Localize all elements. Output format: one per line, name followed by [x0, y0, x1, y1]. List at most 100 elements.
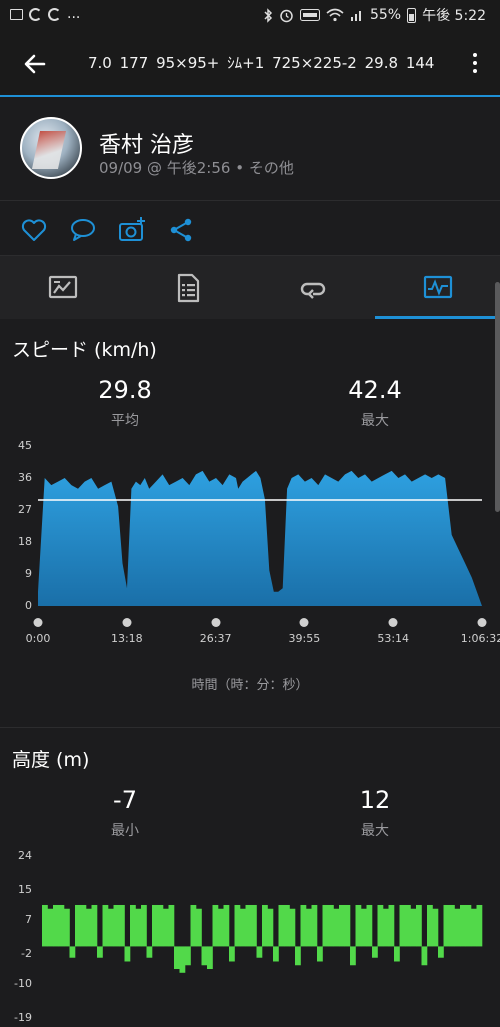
elevation-y-tick-label: -2: [21, 946, 32, 960]
speed-x-tick-label: 53:14: [377, 632, 410, 645]
elevation-bar: [113, 904, 120, 947]
elevation-bar: [432, 908, 439, 947]
elevation-chart[interactable]: 24 15 7 -2 -10 -19: [0, 848, 500, 1027]
elevation-max-value: 12: [359, 786, 391, 814]
stat-2: 177: [119, 54, 149, 72]
elevation-bar: [328, 904, 334, 947]
stat-7: 144: [405, 54, 435, 72]
speed-title: スピード (km/h): [12, 339, 157, 361]
bluetooth-icon: [264, 7, 273, 23]
speed-x-tick-marker: [122, 618, 132, 627]
elevation-bar: [416, 904, 422, 947]
elevation-bar: [185, 946, 191, 966]
app-bar-stats: 7.0 177 95×95+ ｼﾑ+1 725×225-2 29.8 144: [88, 52, 434, 73]
elevation-bar: [394, 946, 400, 962]
status-bar-system: 55% 午後 5:22: [263, 5, 486, 25]
speed-y-tick-label: 0: [25, 599, 32, 612]
elevation-bar: [141, 904, 147, 947]
sync-notification-icon-2: [48, 7, 61, 21]
status-bar-notifications: ...: [10, 6, 80, 22]
battery-percent: 55%: [369, 7, 402, 23]
speed-x-tick-marker: [33, 618, 43, 627]
overview-tab-icon: [48, 275, 78, 299]
app-bar: 7.0 177 95×95+ ｼﾑ+1 725×225-2 29.8 144: [0, 30, 500, 97]
elevation-bar: [317, 946, 323, 962]
elevation-bar: [465, 904, 472, 947]
back-arrow-icon[interactable]: [20, 49, 50, 79]
elevation-bar: [212, 904, 219, 947]
elevation-min-value: -7: [113, 786, 137, 814]
speed-y-tick-label: 27: [18, 503, 32, 516]
speed-y-tick-label: 45: [18, 439, 32, 452]
elevation-bar: [366, 904, 373, 947]
social-actions: [0, 200, 500, 255]
elevation-bar: [75, 904, 81, 947]
comment-icon[interactable]: [69, 216, 97, 244]
elevation-max-label: 最大: [361, 823, 389, 839]
activity-header: 香村 治彦 09/09 @ 午後2:56 • その他: [0, 99, 500, 199]
elevation-title: 高度 (m): [12, 749, 90, 771]
stat-3: 95×95+: [156, 54, 220, 72]
stat-1: 7.0: [88, 54, 112, 72]
speed-x-tick-label: 26:37: [199, 632, 232, 645]
elevation-y-tick-label: -19: [14, 1011, 32, 1024]
elevation-bar: [251, 904, 257, 947]
elevation-bar: [344, 904, 351, 947]
elevation-bar: [229, 946, 235, 962]
elevation-bar: [240, 908, 246, 947]
speed-chart-plot: [38, 470, 482, 606]
elevation-bar: [267, 908, 274, 947]
elevation-y-tick-label: -10: [14, 977, 32, 991]
elevation-bar: [476, 904, 483, 947]
speed-x-tick-marker: [211, 618, 221, 627]
battery-icon: [407, 7, 417, 23]
elevation-bar: [449, 904, 455, 947]
elevation-bar: [223, 904, 230, 947]
speed-area-series: [38, 470, 482, 606]
elevation-bar: [97, 946, 103, 958]
elevation-bar: [190, 904, 197, 947]
heart-icon[interactable]: [20, 216, 48, 244]
elevation-bar: [427, 904, 433, 947]
tab-details[interactable]: [125, 256, 250, 319]
elevation-bar: [284, 904, 290, 947]
camera-add-icon[interactable]: [118, 216, 146, 244]
elevation-bar: [86, 908, 92, 947]
elevation-bar: [262, 904, 268, 947]
elevation-bar: [421, 946, 428, 966]
elevation-bar: [322, 904, 329, 947]
elevation-bar: [157, 904, 164, 947]
elevation-bar: [300, 904, 307, 947]
avatar[interactable]: [20, 117, 82, 179]
elevation-bar: [306, 908, 312, 947]
tab-overview[interactable]: [0, 256, 125, 319]
share-icon[interactable]: [167, 216, 195, 244]
elevation-bar: [372, 946, 378, 958]
speed-chart[interactable]: 45 36 27 18 9 0 0:00 13:18 26:37 39:55 53:14 1:06:…: [0, 438, 500, 645]
speed-avg-value: 29.8: [98, 376, 152, 404]
elevation-bar: [295, 946, 301, 966]
elevation-bar: [361, 908, 367, 947]
elevation-bar: [355, 904, 362, 947]
clock: 午後 5:22: [422, 8, 486, 24]
elevation-bar: [377, 904, 384, 947]
elevation-bar: [383, 908, 389, 947]
elevation-min-label: 最小: [111, 823, 139, 839]
elevation-bar: [53, 904, 59, 947]
elevation-y-tick-label: 15: [18, 882, 32, 896]
elevation-bar: [80, 904, 87, 947]
tab-charts[interactable]: [375, 256, 500, 319]
elevation-chart-plot: [42, 904, 483, 973]
elevation-bar: [58, 904, 65, 947]
elevation-bar: [91, 904, 98, 947]
scrollbar[interactable]: [495, 282, 500, 512]
speed-x-axis-title: 時間（時：分：秒）: [191, 678, 309, 693]
laps-tab-icon: [300, 282, 326, 299]
volte-icon: [299, 9, 320, 21]
user-name[interactable]: 香村 治彦: [99, 127, 194, 159]
speed-max-value: 42.4: [348, 376, 402, 404]
elevation-bar: [454, 908, 461, 947]
elevation-bar: [405, 904, 411, 947]
more-options-icon[interactable]: [472, 53, 478, 75]
tab-laps[interactable]: [250, 256, 375, 319]
